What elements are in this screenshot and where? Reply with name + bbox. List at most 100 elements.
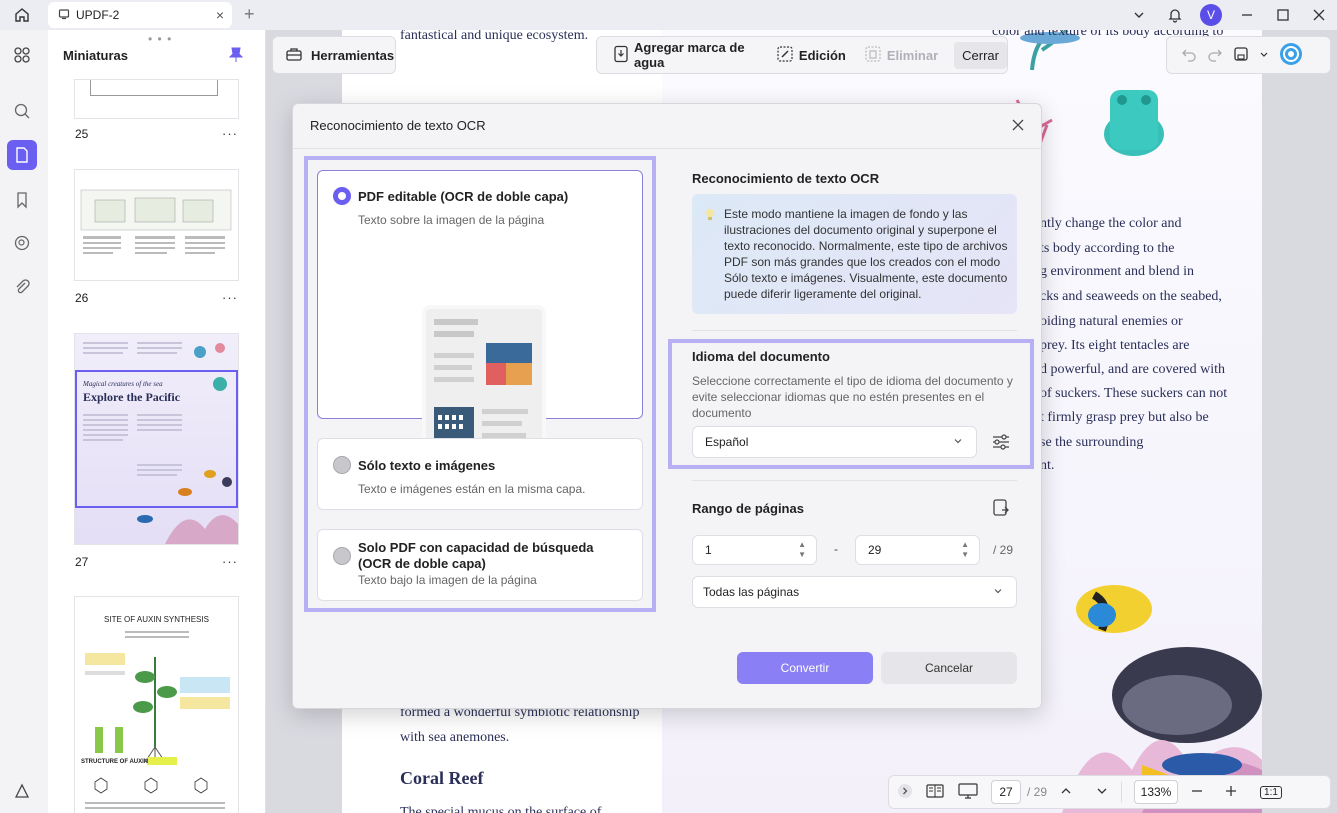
search-icon[interactable] xyxy=(7,96,37,126)
stepper-icon[interactable]: ▲ ▼ xyxy=(798,540,806,560)
thumb-box xyxy=(90,80,218,96)
range-mode-value: Todas las páginas xyxy=(703,585,800,599)
option-searchable-pdf[interactable]: Solo PDF con capacidad de búsqueda (OCR … xyxy=(317,529,643,601)
presentation-icon[interactable] xyxy=(957,782,979,803)
chevron-down-icon[interactable] xyxy=(1121,0,1157,30)
page-range-icon[interactable] xyxy=(990,497,1014,521)
watermark-label: Agregar marca de agua xyxy=(634,40,745,70)
thumbnail-page-25[interactable] xyxy=(75,80,238,118)
doc-line: of suckers. These suckers can not xyxy=(1040,386,1228,401)
delete-button[interactable]: Eliminar xyxy=(858,45,944,66)
bottom-bar: 27 / 29 133% 1:1 xyxy=(888,775,1331,809)
new-tab-button[interactable]: + xyxy=(244,4,255,25)
save-options-chevron-icon[interactable] xyxy=(1259,48,1269,63)
thumb-page-number: 25 xyxy=(75,127,89,141)
home-icon[interactable] xyxy=(0,0,44,30)
bottom-divider xyxy=(1121,782,1123,802)
doc-line: se the surrounding xyxy=(1040,435,1144,450)
thumbnail-page-27[interactable]: Magical creatures of the sea Explore the… xyxy=(75,334,238,544)
info-title: Reconocimiento de texto OCR xyxy=(692,171,880,186)
doc-line: ts body according to the xyxy=(1040,241,1175,256)
watermark-toolbar: Agregar marca de agua Edición Eliminar C… xyxy=(596,36,1008,74)
total-pages: / 29 xyxy=(1027,785,1048,799)
option-text-and-images[interactable]: Sólo texto e imágenes Texto e imágenes e… xyxy=(317,438,643,510)
close-watermark-button[interactable]: Cerrar xyxy=(954,41,1007,69)
add-watermark-button[interactable]: Agregar marca de agua xyxy=(607,40,764,70)
maximize-button[interactable] xyxy=(1265,0,1301,30)
range-from-input[interactable]: 1 ▲ ▼ xyxy=(692,535,817,565)
thumbnail-page-28[interactable]: SITE OF AUXIN SYNTHESIS STRUCTURE OF AUX… xyxy=(75,597,238,813)
comments-icon[interactable] xyxy=(7,228,37,258)
tools-button[interactable]: Herramientas xyxy=(272,36,396,74)
watermark-icon xyxy=(613,45,629,66)
doc-line: prey. Its eight tentacles are xyxy=(1040,338,1190,353)
actual-size-button[interactable]: 1:1 xyxy=(1260,785,1282,799)
thumb-27-art xyxy=(83,342,238,544)
zoom-in-icon[interactable] xyxy=(1224,784,1238,801)
redo-icon[interactable] xyxy=(1207,46,1223,65)
page-layout-icon[interactable] xyxy=(925,783,945,802)
pin-icon[interactable] xyxy=(228,47,244,66)
thumb-more-icon[interactable]: ··· xyxy=(222,290,238,305)
bookmark-icon[interactable] xyxy=(7,185,37,215)
tools-label: Herramientas xyxy=(311,47,395,63)
thumb-more-icon[interactable]: ··· xyxy=(222,126,238,141)
zoom-out-icon[interactable] xyxy=(1190,784,1204,801)
zoom-input[interactable]: 133% xyxy=(1134,780,1179,804)
delete-label: Eliminar xyxy=(886,47,939,63)
range-to-value: 29 xyxy=(868,543,882,557)
chevron-down-icon xyxy=(952,435,964,450)
thumb-28-art xyxy=(85,631,230,809)
doc-line: g environment and blend in xyxy=(1040,264,1194,279)
thumbnails-icon[interactable] xyxy=(7,140,37,170)
user-avatar[interactable]: V xyxy=(1193,0,1229,30)
right-toolbar xyxy=(1166,36,1331,74)
prev-page-icon[interactable] xyxy=(1059,784,1073,801)
attachment-icon[interactable] xyxy=(7,272,37,302)
layers-icon[interactable] xyxy=(7,776,37,806)
document-illustration xyxy=(426,309,542,459)
language-settings-icon[interactable] xyxy=(989,430,1013,454)
stepper-icon[interactable]: ▲ ▼ xyxy=(961,540,969,560)
language-description: Seleccione correctamente el tipo de idio… xyxy=(692,374,1013,420)
convert-button[interactable]: Convertir xyxy=(737,652,873,684)
close-icon[interactable] xyxy=(1007,114,1029,136)
thumb-page-number: 26 xyxy=(75,291,89,305)
ai-assistant-icon[interactable] xyxy=(1279,42,1303,69)
radio-editable-pdf[interactable] xyxy=(333,187,351,205)
option-subtitle: Texto sobre la imagen de la página xyxy=(358,213,545,227)
collapse-chevron-icon[interactable] xyxy=(897,783,913,802)
tab-doc-icon xyxy=(58,8,70,23)
range-to-input[interactable]: 29 ▲ ▼ xyxy=(855,535,980,565)
divider xyxy=(692,480,1017,481)
thumb-more-icon[interactable]: ··· xyxy=(222,554,238,569)
range-mode-select[interactable]: Todas las páginas xyxy=(692,576,1017,608)
option-subtitle: Texto e imágenes están en la misma capa. xyxy=(358,482,586,496)
doc-line: with sea anemones. xyxy=(400,730,510,745)
edit-button[interactable]: Edición xyxy=(770,45,852,66)
language-value: Español xyxy=(705,435,749,449)
language-select[interactable]: Español xyxy=(692,426,977,458)
radio-searchable-pdf[interactable] xyxy=(333,547,351,565)
range-from-value: 1 xyxy=(705,543,712,557)
current-page-input[interactable]: 27 xyxy=(991,780,1021,804)
doc-line: d powerful, and are covered with xyxy=(1040,362,1226,377)
minimize-button[interactable] xyxy=(1229,0,1265,30)
apps-icon[interactable] xyxy=(7,40,37,70)
option-editable-pdf[interactable]: PDF editable (OCR de doble capa) Texto s… xyxy=(317,170,643,459)
save-icon[interactable] xyxy=(1233,46,1249,65)
close-window-button[interactable] xyxy=(1301,0,1337,30)
tab-close-icon[interactable]: × xyxy=(216,7,224,23)
undo-icon[interactable] xyxy=(1181,46,1197,65)
option-title: Sólo texto e imágenes xyxy=(358,458,496,473)
edit-icon xyxy=(776,45,794,66)
bell-icon[interactable] xyxy=(1157,0,1193,30)
next-page-icon[interactable] xyxy=(1095,784,1109,801)
doc-line: ntly change the color and xyxy=(1040,216,1182,231)
radio-text-and-images[interactable] xyxy=(333,456,351,474)
range-dash: - xyxy=(834,542,838,556)
cancel-button[interactable]: Cancelar xyxy=(881,652,1017,684)
drag-handle[interactable]: • • • xyxy=(148,32,172,46)
thumbnail-page-26[interactable] xyxy=(75,170,238,280)
document-tab[interactable]: UPDF-2 × xyxy=(48,2,232,28)
